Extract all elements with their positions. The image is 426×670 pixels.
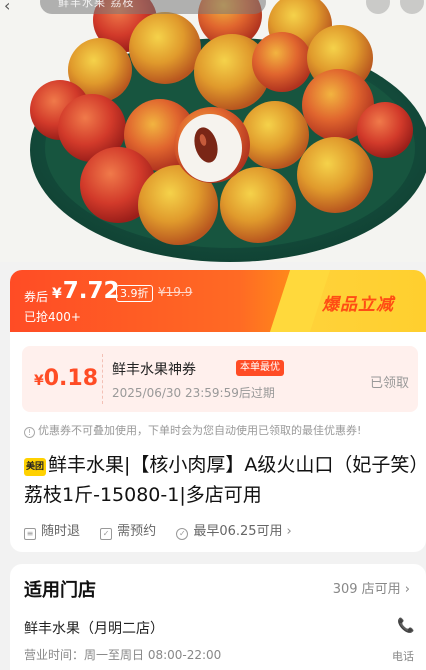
tag-refund: ≡ 随时退 <box>24 520 80 540</box>
tag-label: 需预约 <box>117 524 157 539</box>
receipt-icon: ≡ <box>24 528 36 540</box>
discount-badge: 3.9折 <box>116 285 153 302</box>
chevron-left-icon[interactable]: ‹ <box>4 0 22 15</box>
tag-label: 随时退 <box>41 524 81 539</box>
more-icon[interactable] <box>400 0 424 14</box>
coupon-expire: 2025/06/30 23:59:59后过期 <box>112 386 275 400</box>
store-section: 适用门店 309 店可用 › 鲜丰水果（月明二店） 营业时间：周一至周日 08:… <box>10 564 426 670</box>
coupon-status: 已领取 <box>370 376 410 391</box>
store-name[interactable]: 鲜丰水果（月明二店） <box>24 618 164 638</box>
price-banner: 券后 ¥7.72 3.9折 ¥19.9 已抢400+ 爆品立减 <box>10 270 426 332</box>
product-title: 美团 鲜丰水果|【核小肉厚】A级火山口（妃子笑）荔枝1斤-15080-1|多店可用 <box>24 450 420 510</box>
notice-text: 优惠券不可叠加使用，下单时会为您自动使用已领取的最佳优惠券! <box>38 424 362 437</box>
lychee-photo <box>0 0 426 262</box>
original-price: ¥19.9 <box>158 285 193 299</box>
top-navigation: ‹ 鲜丰水果 荔枝 <box>0 0 426 18</box>
coupon-value: 0.18 <box>43 366 99 391</box>
coupon-currency: ¥ <box>34 373 44 389</box>
tag-reservation: ✓ 需预约 <box>100 520 156 540</box>
chevron-right-icon: › <box>404 582 410 597</box>
store-section-title: 适用门店 <box>24 580 96 601</box>
meituan-logo: 美团 <box>24 458 46 476</box>
final-price: ¥7.72 <box>52 278 120 304</box>
search-text: 鲜丰水果 荔枝 <box>58 0 135 9</box>
coupon-card[interactable]: ¥0.18 鲜丰水果神券 本单最优 2025/06/30 23:59:59后过期… <box>22 346 418 412</box>
tag-label: 最早06.25可用 <box>193 524 283 539</box>
product-image[interactable]: ‹ 鲜丰水果 荔枝 <box>0 0 426 262</box>
coupon-divider <box>102 354 103 404</box>
store-count-link[interactable]: 309 店可用 › <box>333 578 410 597</box>
hot-deal-label: 爆品立减 <box>322 295 394 315</box>
product-title-text: 鲜丰水果|【核小肉厚】A级火山口（妃子笑）荔枝1斤-15080-1|多店可用 <box>24 454 419 506</box>
search-bar[interactable]: 鲜丰水果 荔枝 <box>40 0 266 14</box>
chevron-right-icon: › <box>286 524 292 539</box>
tag-earliest-date: ✓ 最早06.25可用 › <box>176 520 292 540</box>
best-coupon-badge: 本单最优 <box>236 360 284 376</box>
check-circle-icon: ✓ <box>176 528 189 540</box>
calendar-check-icon: ✓ <box>100 528 113 540</box>
phone-label[interactable]: 电话 <box>392 648 414 664</box>
price-value: 7.72 <box>62 278 120 304</box>
store-count-text: 309 店可用 <box>332 582 401 597</box>
sold-count: 已抢400+ <box>24 310 81 324</box>
share-icon[interactable] <box>366 0 390 14</box>
service-tags[interactable]: ≡ 随时退 ✓ 需预约 ✓ 最早06.25可用 › <box>24 520 308 540</box>
coupon-name: 鲜丰水果神券 <box>112 362 196 378</box>
coupon-amount: ¥0.18 <box>34 366 98 391</box>
coupon-after-label: 券后 <box>24 290 49 304</box>
info-icon: ! <box>24 427 35 438</box>
coupon-notice: ! 优惠券不可叠加使用，下单时会为您自动使用已领取的最佳优惠券! <box>24 422 361 438</box>
currency-symbol: ¥ <box>52 286 62 302</box>
product-info-card: ¥0.18 鲜丰水果神券 本单最优 2025/06/30 23:59:59后过期… <box>10 332 426 552</box>
phone-icon[interactable]: 📞 <box>396 616 416 636</box>
store-hours: 营业时间：周一至周日 08:00-22:00 <box>24 648 222 662</box>
